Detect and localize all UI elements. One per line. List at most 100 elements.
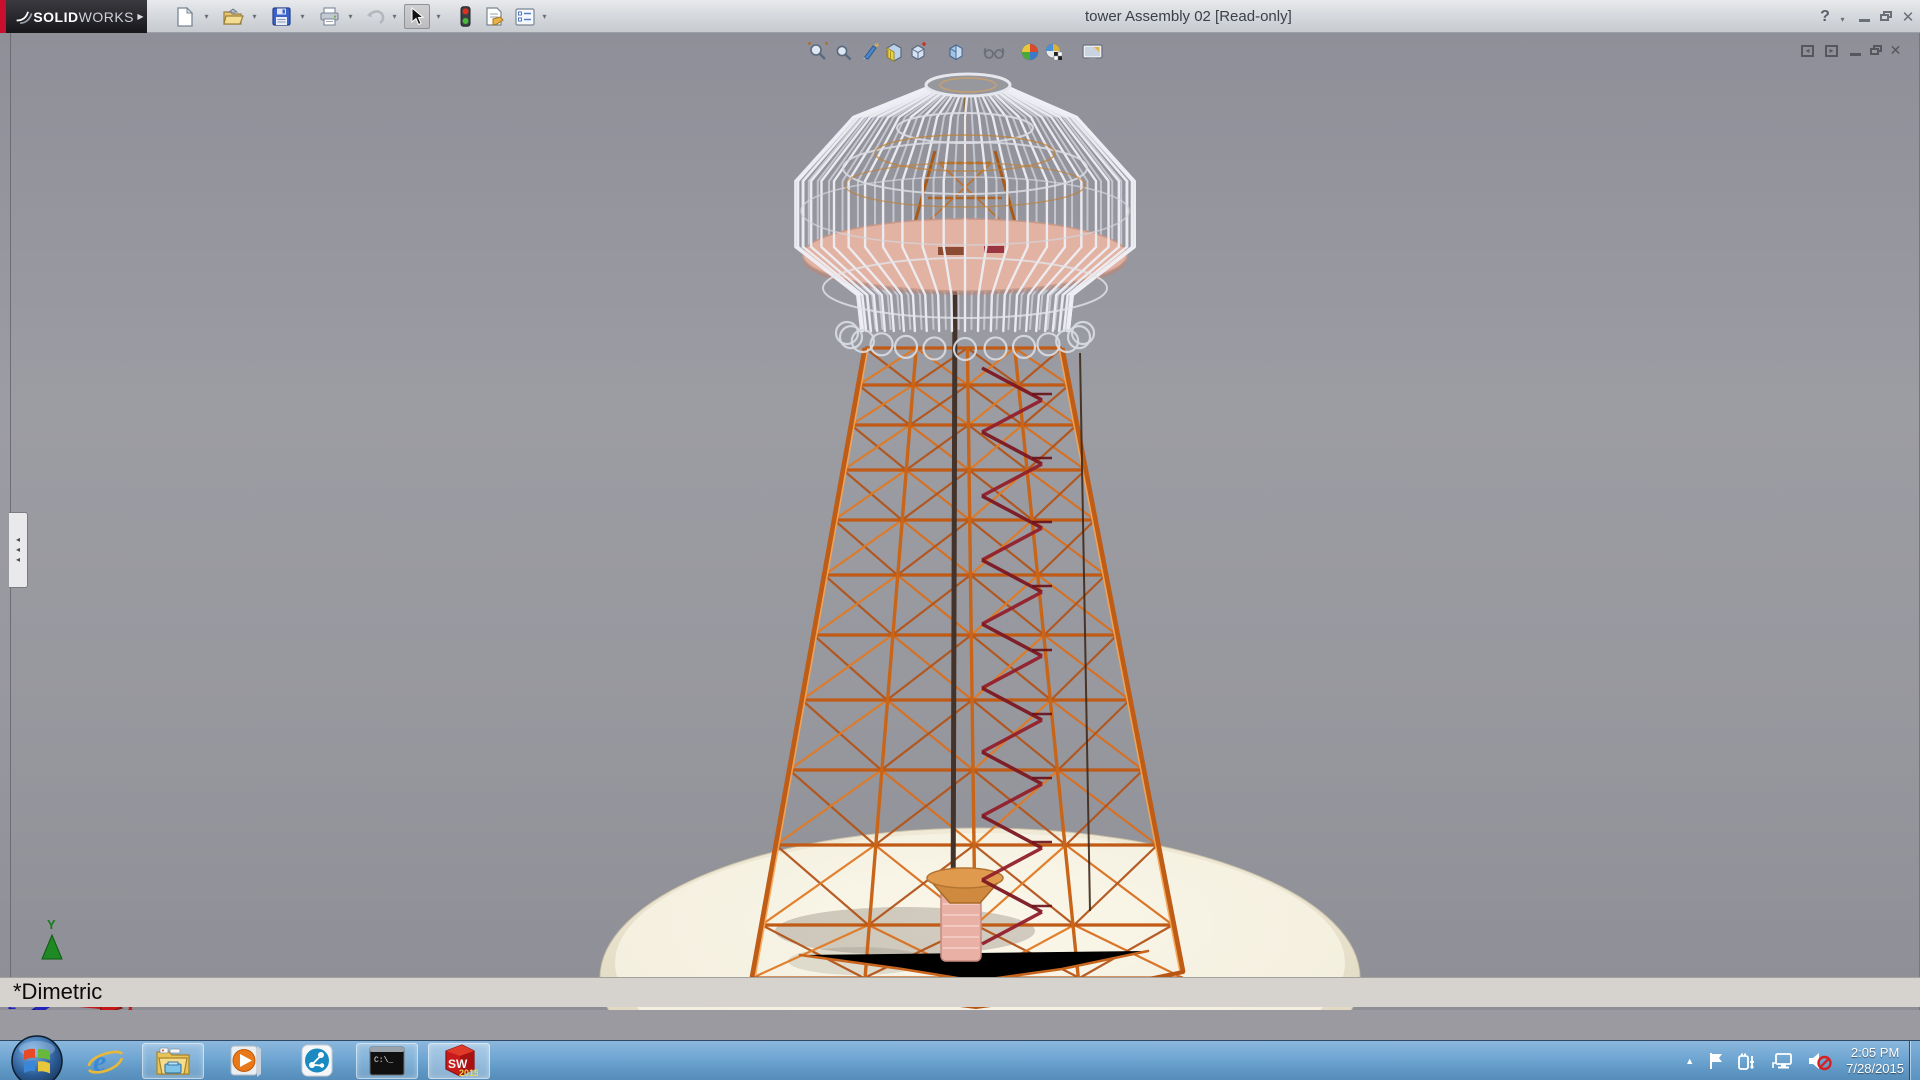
- system-tray: ▲ 2:05 PM: [1685, 1041, 1904, 1080]
- help-dropdown[interactable]: ▾: [1836, 7, 1849, 32]
- solidworks-screen: SOLIDWORKS ▶ ▾ ▾: [0, 0, 1920, 1080]
- hide-show-items-glasses-icon: [983, 43, 1005, 61]
- doc-restore-button[interactable]: [1866, 42, 1885, 59]
- undo-icon: [365, 8, 386, 26]
- view-orientation-label: *Dimetric: [13, 979, 102, 1005]
- undo-button[interactable]: [362, 4, 388, 29]
- doc-close-button[interactable]: ✕: [1886, 42, 1905, 59]
- command-prompt-icon: C:\_: [369, 1046, 405, 1076]
- minimize-icon: [1859, 19, 1870, 22]
- splitter-arrow-icon: ◂: [16, 545, 20, 555]
- edit-appearance-icon: [1020, 42, 1040, 62]
- graphics-viewport[interactable]: ◂ ◂ ◂: [0, 33, 1920, 1010]
- windows-taskbar: e: [0, 1040, 1920, 1080]
- taskbar-solidworks[interactable]: SW 2015: [428, 1043, 490, 1079]
- options-button[interactable]: [512, 4, 538, 29]
- rebuild-traffic-light-icon: [460, 6, 471, 27]
- print-dropdown[interactable]: ▾: [344, 4, 357, 29]
- new-document-dropdown[interactable]: ▾: [200, 4, 213, 29]
- start-button[interactable]: [10, 1034, 64, 1080]
- window-title: tower Assembly 02 [Read-only]: [1085, 0, 1292, 33]
- taskbar-windows-explorer[interactable]: [142, 1043, 204, 1079]
- status-strip: *Dimetric: [0, 977, 1920, 1007]
- save-floppy-icon: [272, 7, 291, 26]
- rebuild-button[interactable]: [452, 4, 478, 29]
- view-settings-icon: [1082, 43, 1103, 62]
- close-button[interactable]: ✕: [1898, 7, 1918, 26]
- apply-scene-button[interactable]: [1042, 40, 1066, 64]
- doc-minimize-button[interactable]: [1846, 42, 1865, 59]
- edit-appearance-button[interactable]: [1018, 40, 1042, 64]
- splitter-arrow-icon: ◂: [16, 535, 20, 545]
- view-settings-button[interactable]: [1080, 40, 1104, 64]
- doc-restore-icon: [1870, 45, 1882, 56]
- windows-explorer-icon: [155, 1046, 191, 1076]
- taskbar-clock[interactable]: 2:05 PM 7/28/2015: [1846, 1045, 1904, 1077]
- select-dropdown[interactable]: ▾: [432, 4, 445, 29]
- network-icon[interactable]: [1772, 1052, 1794, 1070]
- taskbar-share-app[interactable]: [286, 1043, 348, 1079]
- zoom-to-area-button[interactable]: [831, 40, 855, 64]
- taskbar-internet-explorer[interactable]: e: [74, 1043, 136, 1079]
- help-button[interactable]: ?: [1815, 7, 1835, 26]
- display-style-button[interactable]: [944, 40, 968, 64]
- brand-light: WORKS: [79, 9, 134, 25]
- open-dropdown[interactable]: ▾: [248, 4, 261, 29]
- options-list-icon: [515, 8, 535, 26]
- share-app-icon: [299, 1044, 335, 1078]
- print-button[interactable]: [316, 4, 342, 29]
- internet-explorer-icon: e: [86, 1044, 124, 1078]
- select-cursor-icon: [410, 7, 425, 26]
- previous-view-icon: [860, 42, 880, 62]
- view-orientation-button[interactable]: [906, 40, 930, 64]
- model-tower-wardenclyffe[interactable]: [0, 33, 1920, 1010]
- open-button[interactable]: [220, 4, 246, 29]
- title-bar: SOLIDWORKS ▶ ▾ ▾: [0, 0, 1920, 33]
- clock-time: 2:05 PM: [1846, 1045, 1904, 1061]
- undo-dropdown[interactable]: ▾: [388, 4, 401, 29]
- section-view-icon: [884, 42, 904, 62]
- left-panel-arrow-icon: ◂: [1805, 47, 1809, 55]
- power-plug-icon[interactable]: [1738, 1052, 1758, 1070]
- select-button[interactable]: [404, 4, 430, 29]
- ds-logo-icon: [14, 8, 33, 26]
- show-hidden-icons-button[interactable]: ▲: [1685, 1056, 1694, 1066]
- taskbar-command-prompt[interactable]: C:\_: [356, 1043, 418, 1079]
- action-center-flag-icon[interactable]: [1708, 1052, 1724, 1070]
- brand-bold: SOLID: [33, 9, 78, 25]
- taskbar-media-player[interactable]: [214, 1043, 276, 1079]
- axis-label-y: Y: [47, 917, 56, 932]
- minimize-button[interactable]: [1854, 7, 1874, 26]
- previous-view-button[interactable]: [858, 40, 882, 64]
- logo-expand-arrow[interactable]: ▶: [134, 0, 147, 33]
- new-document-button[interactable]: [172, 4, 198, 29]
- splitter-arrow-icon: ◂: [16, 555, 20, 565]
- apply-scene-icon: [1044, 42, 1064, 62]
- zoom-to-area-icon: [833, 42, 853, 62]
- zoom-to-fit-icon: [808, 42, 828, 62]
- file-properties-button[interactable]: [482, 4, 508, 29]
- view-orientation-icon: [908, 42, 928, 62]
- collapse-left-panel-button[interactable]: ◂: [1798, 42, 1817, 59]
- save-button[interactable]: [268, 4, 294, 29]
- zoom-to-fit-button[interactable]: [806, 40, 830, 64]
- print-icon: [319, 7, 340, 26]
- solidworks-logo: SOLIDWORKS: [6, 0, 134, 33]
- open-folder-icon: [223, 8, 244, 26]
- right-panel-arrow-icon: ▸: [1829, 47, 1833, 55]
- section-view-button[interactable]: [882, 40, 906, 64]
- clock-date: 7/28/2015: [1846, 1061, 1904, 1077]
- options-dropdown[interactable]: ▾: [538, 4, 551, 29]
- save-dropdown[interactable]: ▾: [296, 4, 309, 29]
- panel-splitter-handle[interactable]: ◂ ◂ ◂: [9, 512, 28, 588]
- windows-start-icon: [10, 1034, 64, 1080]
- hide-show-items-button[interactable]: [982, 40, 1006, 64]
- solidworks-2015-icon: SW 2015: [440, 1043, 478, 1079]
- sw-year-text: 2015: [459, 1068, 478, 1078]
- show-desktop-button[interactable]: [1909, 1041, 1920, 1080]
- restore-button[interactable]: [1876, 7, 1896, 26]
- volume-muted-icon[interactable]: [1808, 1051, 1832, 1071]
- expand-right-panel-button[interactable]: ▸: [1822, 42, 1841, 59]
- restore-icon: [1880, 11, 1892, 22]
- file-properties-icon: [485, 7, 505, 26]
